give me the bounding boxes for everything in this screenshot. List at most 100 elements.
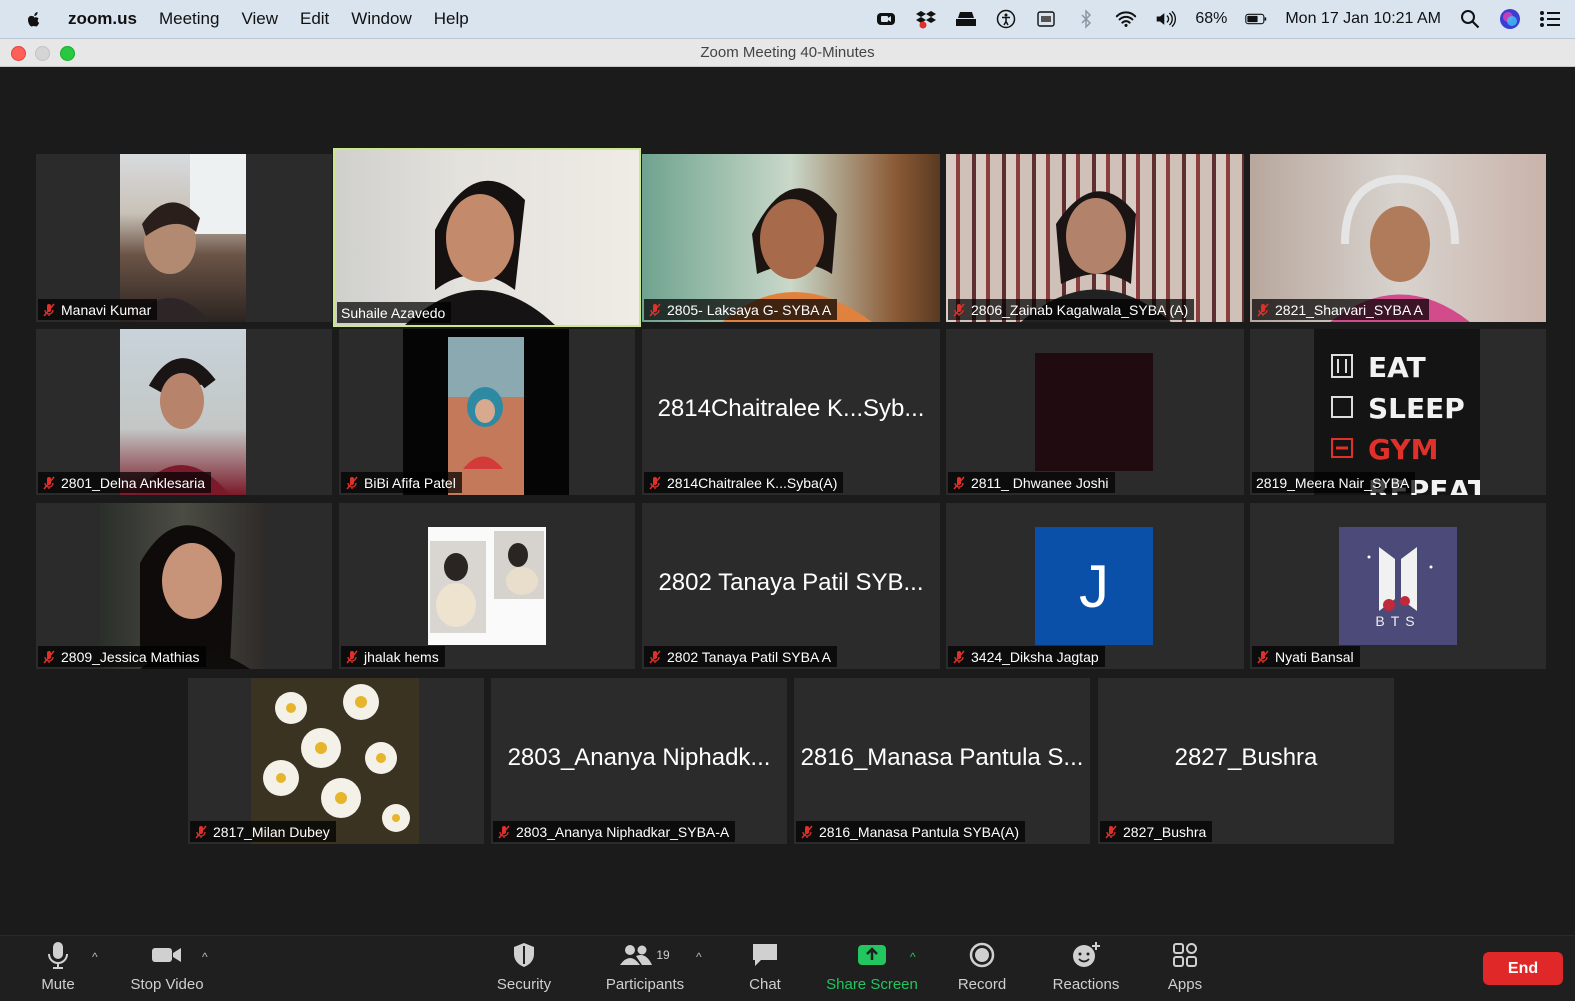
mic-off-icon [649,303,661,316]
participant-name: 2827_Bushra [1123,823,1207,840]
share-screen-button[interactable]: Share Screen [822,936,922,1001]
mic-off-icon [43,650,55,663]
zoom-status-icon[interactable] [875,8,897,30]
participant-tile[interactable]: 2806_Zainab Kagalwala_SYBA (A) [946,154,1244,322]
apple-icon[interactable] [24,9,44,29]
mic-off-icon [195,825,207,838]
participant-tile[interactable]: 2811_ Dhwanee Joshi [946,329,1244,495]
chat-button[interactable]: Chat [742,936,788,1001]
participant-tile[interactable]: 2827_Bushra 2827_Bushra [1098,678,1394,844]
participant-tile[interactable]: 2814Chaitralee K...Syb... 2814Chaitralee… [642,329,940,495]
participant-video [335,150,639,325]
participant-video [120,154,246,322]
mic-off-icon [1105,825,1117,838]
bluetooth-icon[interactable] [1075,8,1097,30]
battery-percent: 68% [1195,10,1228,27]
participant-tile[interactable]: BiBi Afifa Patel [339,329,635,495]
participant-name: 2814Chaitralee K...Syba(A) [667,474,838,491]
profile-picture [1035,353,1153,471]
clock[interactable]: Mon 17 Jan 10:21 AM [1285,10,1441,28]
mute-button[interactable]: Mute [36,936,80,1001]
menu-app-name[interactable]: zoom.us [68,9,137,29]
participant-nameplate: BiBi Afifa Patel [341,472,462,493]
dropbox-icon[interactable] [915,8,937,30]
cloud-drive-icon[interactable] [955,8,977,30]
mic-off-icon [649,650,661,663]
mic-off-icon [801,825,813,838]
menu-help[interactable]: Help [434,9,469,29]
audio-options-chevron-icon[interactable]: ^ [92,950,98,964]
participant-video [120,329,246,495]
participant-tile[interactable]: 2821_Sharvari_SYBA A [1250,154,1546,322]
record-button[interactable]: Record [952,936,1012,1001]
participant-nameplate: jhalak hems [341,646,445,667]
participant-video [1250,154,1546,322]
participant-name: 2817_Milan Dubey [213,823,330,840]
participant-tile[interactable]: 2809_Jessica Mathias [36,503,332,669]
mic-off-icon [346,650,358,663]
apps-button[interactable]: Apps [1160,936,1210,1001]
participant-tile[interactable]: Manavi Kumar [36,154,332,322]
participant-video [946,154,1244,322]
menu-edit[interactable]: Edit [300,9,329,29]
security-button[interactable]: Security [492,936,556,1001]
control-center-icon[interactable] [1539,8,1561,30]
menu-view[interactable]: View [241,9,278,29]
mic-off-icon [498,825,510,838]
mic-off-icon [953,303,965,316]
participants-options-chevron-icon[interactable]: ^ [696,950,702,964]
wifi-icon[interactable] [1115,8,1137,30]
mic-off-icon [43,476,55,489]
participant-name: Manavi Kumar [61,301,152,318]
participant-nameplate: Suhaile Azavedo [337,302,452,323]
share-options-chevron-icon[interactable]: ^ [910,950,916,964]
participant-tile-active-speaker[interactable]: Suhaile Azavedo [333,148,641,327]
image-text-bts: BTS [1375,613,1421,629]
participant-name: 3424_Diksha Jagtap [971,648,1099,665]
participant-nameplate: Manavi Kumar [38,299,158,320]
mic-off-icon [1257,303,1269,316]
menu-window[interactable]: Window [351,9,411,29]
volume-icon[interactable] [1155,8,1177,30]
reactions-button[interactable]: Reactions [1046,936,1126,1001]
participant-name: BiBi Afifa Patel [364,474,456,491]
accessibility-icon[interactable] [995,8,1017,30]
participant-tile[interactable]: BTS Nyati Bansal [1250,503,1546,669]
siri-icon[interactable] [1499,8,1521,30]
participant-name: 2801_Delna Anklesaria [61,474,205,491]
participant-video [403,329,569,495]
participant-tile[interactable]: 2817_Milan Dubey [188,678,484,844]
participant-display-name: 2814Chaitralee K...Syb... [657,395,925,423]
video-options-chevron-icon[interactable]: ^ [202,950,208,964]
menu-meeting[interactable]: Meeting [159,9,219,29]
participant-tile[interactable]: J 3424_Diksha Jagtap [946,503,1244,669]
participant-name: 2802 Tanaya Patil SYBA A [667,648,831,665]
keyboard-icon[interactable] [1035,8,1057,30]
participant-display-name: 2827_Bushra [1174,744,1318,772]
participant-nameplate: 2827_Bushra [1100,821,1213,842]
participant-nameplate: 3424_Diksha Jagtap [948,646,1105,667]
participant-name: 2809_Jessica Mathias [61,648,200,665]
participant-tile[interactable]: 2802 Tanaya Patil SYB... 2802 Tanaya Pat… [642,503,940,669]
record-icon [969,942,995,968]
battery-icon[interactable] [1245,8,1267,30]
participant-nameplate: 2806_Zainab Kagalwala_SYBA (A) [948,299,1195,320]
participant-tile[interactable]: 2803_Ananya Niphadk... 2803_Ananya Nipha… [491,678,787,844]
participant-tile[interactable]: jhalak hems [339,503,635,669]
participants-button[interactable]: 19 Participants [600,936,690,1001]
participant-tile[interactable]: 2816_Manasa Pantula S... 2816_Manasa Pan… [794,678,1090,844]
share-screen-icon [858,945,886,965]
mic-off-icon [346,476,358,489]
spotlight-search-icon[interactable] [1459,8,1481,30]
participant-nameplate: 2817_Milan Dubey [190,821,336,842]
mic-off-icon [1257,650,1269,663]
participant-nameplate: 2814Chaitralee K...Syba(A) [644,472,844,493]
microphone-icon [48,942,68,969]
participant-tile[interactable]: EAT SLEEP GYM REPEAT 2819_Meera Nair_SYB… [1250,329,1546,495]
stop-video-button[interactable]: Stop Video [124,936,210,1001]
mic-off-icon [43,303,55,316]
participant-tile[interactable]: 2801_Delna Anklesaria [36,329,332,495]
mic-off-icon [953,476,965,489]
end-meeting-button[interactable]: End [1483,952,1563,985]
participant-tile[interactable]: 2805- Laksaya G- SYBA A [642,154,940,322]
